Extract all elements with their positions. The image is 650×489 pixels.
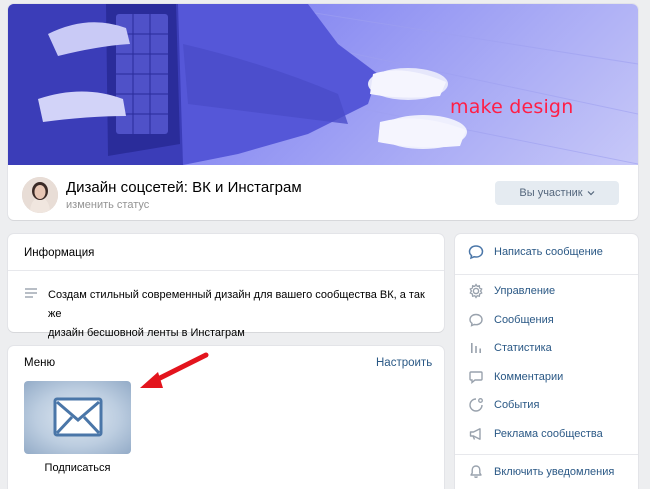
- group-title: Дизайн соцсетей: ВК и Инстаграм: [66, 179, 302, 196]
- message-bubble-icon: [467, 243, 485, 261]
- status-link[interactable]: изменить статус: [66, 199, 149, 211]
- side-item-notifications[interactable]: Включить уведомления: [455, 458, 638, 486]
- bell-icon: [467, 463, 485, 481]
- side-menu-card: Написать сообщение Управление Сообщения …: [455, 234, 638, 489]
- chat-bubble-icon: [467, 311, 485, 329]
- avatar-portrait-icon: [22, 177, 58, 213]
- avatar[interactable]: [22, 177, 58, 213]
- side-item-label: Написать сообщение: [494, 246, 603, 258]
- info-description: Создам стильный современный дизайн для в…: [48, 286, 438, 343]
- side-item-messages[interactable]: Сообщения: [455, 306, 638, 334]
- megaphone-icon: [467, 425, 485, 443]
- cover-image: make design: [8, 4, 638, 165]
- envelope-icon: [53, 397, 103, 437]
- red-arrow-icon: [140, 352, 209, 388]
- info-title: Информация: [24, 247, 95, 259]
- menu-card: Меню Настроить Подписаться: [8, 346, 444, 489]
- menu-configure-link[interactable]: Настроить: [376, 357, 432, 369]
- bar-chart-icon: [467, 339, 485, 357]
- side-divider: [455, 454, 638, 455]
- side-item-label: Статистика: [494, 342, 552, 354]
- member-button-label: Вы участник: [519, 187, 583, 199]
- text-lines-icon: [25, 288, 37, 298]
- event-icon: [467, 396, 485, 414]
- side-item-statistics[interactable]: Статистика: [455, 334, 638, 362]
- gear-icon: [467, 282, 485, 300]
- side-item-label: Сообщения: [494, 314, 554, 326]
- side-item-ads[interactable]: Реклама сообщества: [455, 420, 638, 448]
- menu-title: Меню: [24, 357, 56, 369]
- group-header-card: make design Дизайн соцсетей: ВК и Инстаг…: [8, 4, 638, 220]
- member-button[interactable]: Вы участник: [495, 181, 619, 205]
- chevron-down-icon: [587, 191, 595, 196]
- side-item-label: Реклама сообщества: [494, 428, 603, 440]
- info-card: Информация Создам стильный современный д…: [8, 234, 444, 339]
- side-item-events[interactable]: События: [455, 391, 638, 419]
- side-divider: [455, 274, 638, 275]
- side-item-write-message[interactable]: Написать сообщение: [455, 238, 638, 266]
- cover-illustration: [8, 4, 638, 165]
- menu-tile-label: Подписаться: [44, 462, 111, 474]
- side-item-label: Включить уведомления: [494, 466, 615, 478]
- info-description-line: Создам стильный современный дизайн для в…: [48, 289, 425, 320]
- side-item-label: События: [494, 399, 540, 411]
- side-item-comments[interactable]: Комментарии: [455, 363, 638, 391]
- info-divider: [8, 270, 444, 271]
- menu-tile-subscribe[interactable]: [24, 381, 131, 454]
- side-item-label: Комментарии: [494, 371, 564, 383]
- side-item-label: Управление: [494, 285, 556, 297]
- info-description-line: дизайн бесшовной ленты в Инстаграм: [48, 327, 245, 339]
- cover-caption: make design: [450, 96, 574, 118]
- side-item-manage[interactable]: Управление: [455, 277, 638, 305]
- comment-icon: [467, 368, 485, 386]
